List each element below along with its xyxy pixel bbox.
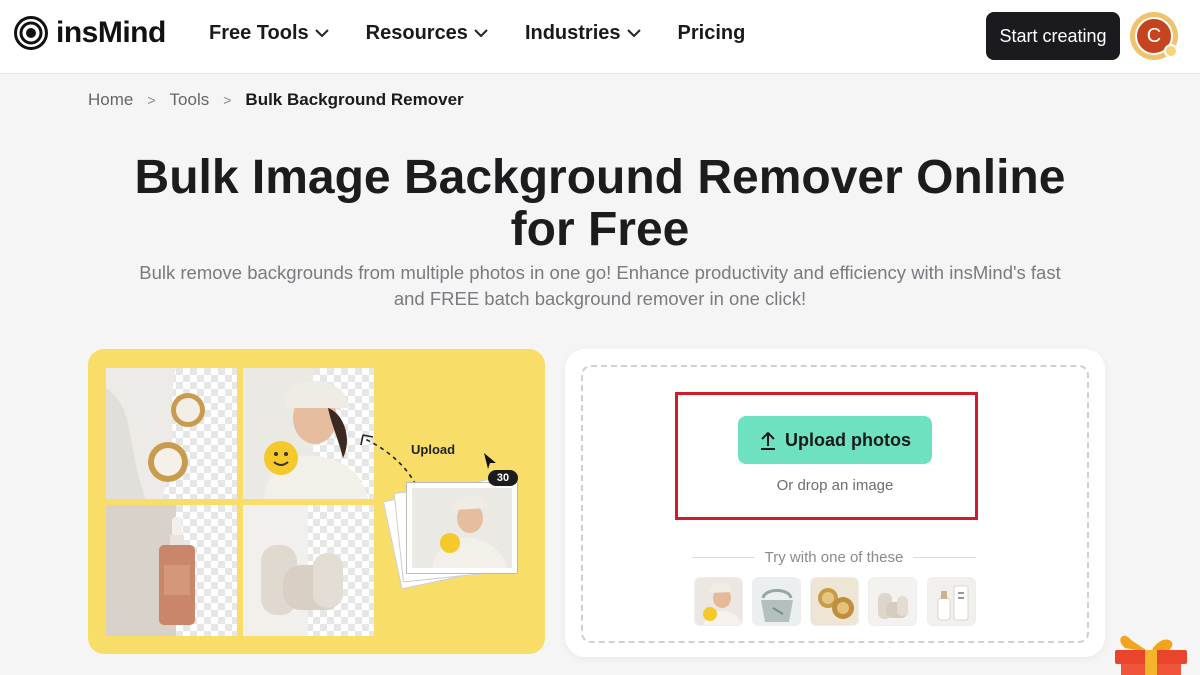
main-nav: Free Tools Resources Industries Pricing	[209, 22, 782, 45]
nav-label: Free Tools	[209, 22, 309, 44]
divider-line	[913, 556, 976, 558]
upload-button-label: Upload photos	[785, 429, 911, 450]
logo[interactable]: insMind	[14, 16, 166, 50]
cursor-icon	[484, 453, 496, 469]
divider-line	[692, 556, 755, 558]
nav-label: Pricing	[677, 22, 746, 44]
breadcrumb-tools[interactable]: Tools	[170, 90, 210, 110]
breadcrumb-home[interactable]: Home	[88, 90, 133, 110]
feature-illustration: Upload 30	[88, 349, 545, 654]
sample-thumbnail-handbag[interactable]	[752, 577, 801, 626]
page-title-line2: for Free	[510, 203, 690, 256]
serum-tile	[106, 505, 237, 636]
nav-label: Resources	[365, 22, 468, 44]
start-creating-button[interactable]: Start creating	[986, 12, 1120, 60]
avatar[interactable]: C	[1130, 12, 1178, 60]
nav-resources[interactable]: Resources	[366, 22, 488, 45]
logo-text: insMind	[56, 16, 166, 49]
site-header: insMind Free Tools Resources Industries …	[0, 0, 1200, 74]
photo-stack-front	[406, 482, 518, 574]
page-title-line1: Bulk Image Background Remover Online	[134, 151, 1066, 204]
page-subtitle: Bulk remove backgrounds from multiple ph…	[90, 260, 1110, 312]
photo-stack-image	[412, 488, 512, 568]
sample-label: Try with one of these	[764, 548, 904, 566]
chevron-down-icon	[626, 29, 641, 38]
avatar-badge-icon	[1164, 44, 1178, 58]
chevron-right-icon: >	[147, 92, 156, 108]
chevron-down-icon	[314, 29, 329, 38]
chevron-right-icon: >	[223, 92, 232, 108]
serum-image	[106, 505, 237, 636]
sample-thumbnail-chair[interactable]	[868, 577, 917, 626]
earrings-image	[106, 368, 237, 499]
chevron-down-icon	[474, 29, 488, 38]
page-subtitle-line1: Bulk remove backgrounds from multiple ph…	[139, 262, 1061, 283]
upload-icon	[761, 431, 775, 450]
logo-icon	[14, 16, 48, 50]
nav-industries[interactable]: Industries	[525, 22, 641, 45]
breadcrumb: Home > Tools > Bulk Background Remover	[88, 90, 464, 110]
sample-thumbnail-woman[interactable]	[694, 577, 743, 626]
page-subtitle-line2: and FREE batch background remover in one…	[393, 288, 807, 309]
photo-count-badge: 30	[488, 470, 518, 486]
gift-icon[interactable]	[1113, 630, 1189, 675]
sample-thumbnail-cosmetics[interactable]	[927, 577, 976, 626]
nav-label: Industries	[524, 22, 621, 44]
upload-annotation-label: Upload	[411, 442, 456, 457]
nav-free-tools[interactable]: Free Tools	[209, 22, 329, 45]
page-title: Bulk Image Background Remover Online for…	[80, 152, 1120, 256]
drop-hint: Or drop an image	[776, 477, 894, 494]
nav-pricing[interactable]: Pricing	[678, 22, 746, 45]
upload-photos-button[interactable]: Upload photos	[738, 416, 932, 464]
breadcrumb-current: Bulk Background Remover	[245, 90, 464, 109]
sample-thumbnail-earrings[interactable]	[810, 577, 859, 626]
earrings-tile	[106, 368, 237, 499]
sample-divider: Try with one of these	[692, 548, 976, 566]
